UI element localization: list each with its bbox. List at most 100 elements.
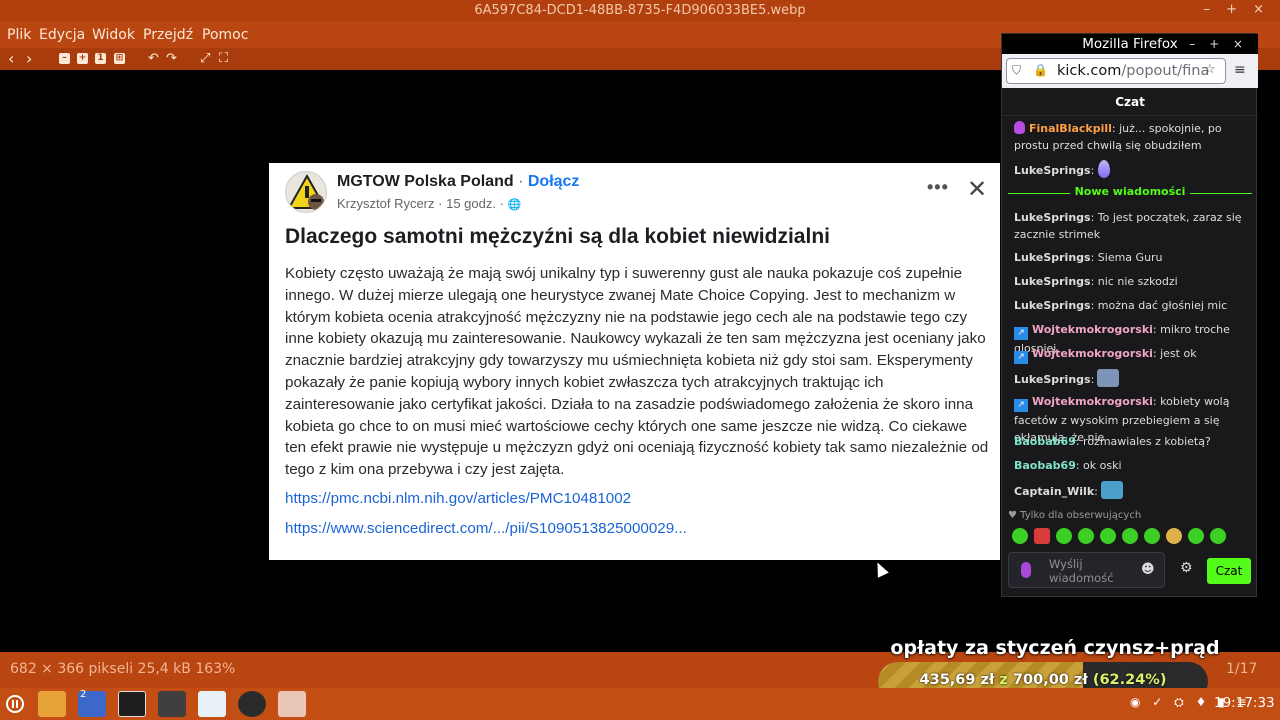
terminal-icon[interactable] [118, 691, 146, 717]
emote-icon[interactable] [1188, 528, 1204, 544]
chat-username[interactable]: LukeSprings [1014, 164, 1091, 177]
more-options-button[interactable]: ••• [927, 177, 949, 198]
clock[interactable]: 19:17:33 [1214, 695, 1275, 711]
zoom-fit-icon[interactable]: ⊞ [114, 53, 125, 64]
rotate-left-icon[interactable]: ↶ [148, 51, 159, 67]
window-controls[interactable]: – + × [1203, 2, 1270, 17]
chat-username[interactable]: LukeSprings [1014, 211, 1091, 224]
chat-message: ↗ Wojtekmokrogorski: jest ok [1014, 345, 1252, 364]
chat-message: LukeSprings: To jest początek, zaraz się… [1014, 211, 1242, 241]
donation-current: 435,69 zł [919, 672, 995, 688]
back-icon[interactable]: ‹ [8, 51, 14, 67]
url-bar: kick.com/popout/fina ⛉ 🔒 ☆ ≡ [1002, 54, 1258, 88]
chat-input-placeholder: Wyślij wiadomość [1049, 557, 1114, 585]
chat-text: rozmawiales z kobietą? [1083, 435, 1211, 448]
chat-username[interactable]: Wojtekmokrogorski [1032, 347, 1153, 360]
author-line: Krzysztof Rycerz · 15 godz. · 🌐 [337, 196, 521, 211]
obs-icon[interactable] [238, 691, 266, 717]
chat-text: ok oski [1083, 459, 1122, 472]
arrow-badge-icon: ↗ [1014, 351, 1028, 364]
menu-icon[interactable]: ≡ [1234, 62, 1246, 78]
link-pmc[interactable]: https://pmc.ncbi.nlm.nih.gov/articles/PM… [285, 490, 631, 507]
arrow-badge-icon: ↗ [1014, 399, 1028, 412]
zoom-in-icon[interactable]: + [77, 53, 88, 64]
start-menu-icon[interactable] [2, 691, 28, 717]
fullscreen-icon[interactable]: ⤢ [200, 51, 210, 67]
viewer-titlebar[interactable]: 6A597C84-DCD1-48BB-8735-F4D906033BE5.web… [0, 0, 1280, 22]
emote-icon[interactable] [1078, 528, 1094, 544]
post-body: Kobiety często uważają że mają swój unik… [285, 265, 989, 479]
emote-icon[interactable] [1210, 528, 1226, 544]
chat-message: FinalBlackpill: już... spokojnie, po pro… [1014, 121, 1222, 152]
rotate-right-icon[interactable]: ↷ [166, 51, 177, 67]
mic-icon [1021, 562, 1031, 578]
mouse-cursor-icon [872, 559, 889, 578]
emote-icon[interactable] [1166, 528, 1182, 544]
zoom-original-icon[interactable]: 1 [95, 53, 106, 64]
chat-username[interactable]: Baobab69 [1014, 435, 1076, 448]
chat-username[interactable]: Baobab69 [1014, 459, 1076, 472]
file-manager-icon[interactable] [38, 691, 66, 717]
menu-file[interactable]: Plik [7, 27, 31, 43]
close-button[interactable]: ✕ [967, 175, 987, 204]
chat-username[interactable]: FinalBlackpill [1029, 122, 1112, 135]
author-name[interactable]: Krzysztof Rycerz [337, 196, 435, 211]
link-sciencedirect[interactable]: https://www.sciencedirect.com/.../pii/S1… [285, 520, 687, 537]
donation-goal: 700,00 zł [1012, 672, 1088, 688]
mic-badge-icon [1014, 121, 1025, 134]
chat-username[interactable]: Wojtekmokrogorski [1032, 395, 1153, 408]
post-title: Dlaczego samotni mężczyźni są dla kobiet… [285, 225, 830, 248]
send-chat-button[interactable]: Czat [1207, 558, 1251, 584]
lock-icon[interactable]: 🔒 [1033, 63, 1048, 77]
chat-username[interactable]: Captain_Wilk [1014, 485, 1094, 498]
separator-dot: · [518, 173, 524, 190]
emote-image-icon [1097, 369, 1120, 387]
chat-header: Czat [1002, 88, 1258, 116]
zoom-out-icon[interactable]: – [59, 53, 70, 64]
new-messages-divider: Nowe wiadomości [1008, 184, 1252, 202]
group-avatar [285, 171, 327, 213]
donation-progress-text: 435,69 zł z 700,00 zł (62.24%) [878, 672, 1208, 688]
emote-icon[interactable] [1012, 528, 1028, 544]
chat-message: LukeSprings: nic nie szkodzi [1014, 275, 1178, 288]
menu-edit[interactable]: Edycja [39, 27, 85, 43]
chat-username[interactable]: LukeSprings [1014, 251, 1091, 264]
join-link[interactable]: Dołącz [528, 173, 580, 190]
bookmark-star-icon[interactable]: ☆ [1204, 62, 1216, 77]
shield-icon[interactable]: ⛉ [1012, 63, 1021, 78]
donation-goal-title: opłaty za styczeń czynsz+prąd [890, 637, 1220, 659]
viewer-window-title: 6A597C84-DCD1-48BB-8735-F4D906033BE5.web… [474, 3, 806, 18]
emote-icon[interactable] [1034, 528, 1050, 544]
emote-icon[interactable] [1144, 528, 1160, 544]
menu-go[interactable]: Przejdź [143, 27, 193, 43]
menu-view[interactable]: Widok [92, 27, 135, 43]
emote-icon[interactable] [1122, 528, 1138, 544]
document-viewer-icon[interactable] [198, 691, 226, 717]
chat-text: Siema Guru [1097, 251, 1163, 264]
firefox-icon[interactable]: 2 [78, 689, 106, 717]
steam-icon[interactable] [158, 691, 186, 717]
forward-icon[interactable]: › [26, 51, 32, 67]
separator-dot: · [438, 196, 443, 211]
image-viewer-icon[interactable] [278, 691, 306, 717]
followers-only-label: ♥ Tylko dla obserwujących [1008, 510, 1142, 521]
desktop: 6A597C84-DCD1-48BB-8735-F4D906033BE5.web… [0, 0, 1280, 720]
slideshow-icon[interactable]: ⛶ [219, 51, 228, 67]
chat-username[interactable]: LukeSprings [1014, 275, 1091, 288]
chat-username[interactable]: Wojtekmokrogorski [1032, 323, 1153, 336]
gear-icon[interactable]: ⚙ [1180, 560, 1193, 576]
chat-input[interactable]: Wyślij wiadomość ☻ [1008, 552, 1165, 588]
emote-icon[interactable] [1056, 528, 1072, 544]
chat-message: LukeSprings: [1014, 160, 1252, 179]
chat-username[interactable]: LukeSprings [1014, 299, 1091, 312]
group-name[interactable]: MGTOW Polska Poland [337, 173, 514, 190]
post-time[interactable]: 15 godz. [446, 196, 496, 211]
emote-icon[interactable] [1100, 528, 1116, 544]
firefox-window-controls[interactable]: – + × [1189, 34, 1248, 54]
group-name-line: MGTOW Polska Poland · Dołącz [337, 173, 579, 191]
emoji-icon[interactable]: ☻ [1141, 562, 1155, 577]
chat-username[interactable]: LukeSprings [1014, 373, 1091, 386]
chat-message: Baobab69: rozmawiales z kobietą? [1014, 435, 1211, 448]
menu-help[interactable]: Pomoc [202, 27, 248, 43]
image-info: 682 × 366 pikseli 25,4 kB 163% [10, 661, 236, 677]
